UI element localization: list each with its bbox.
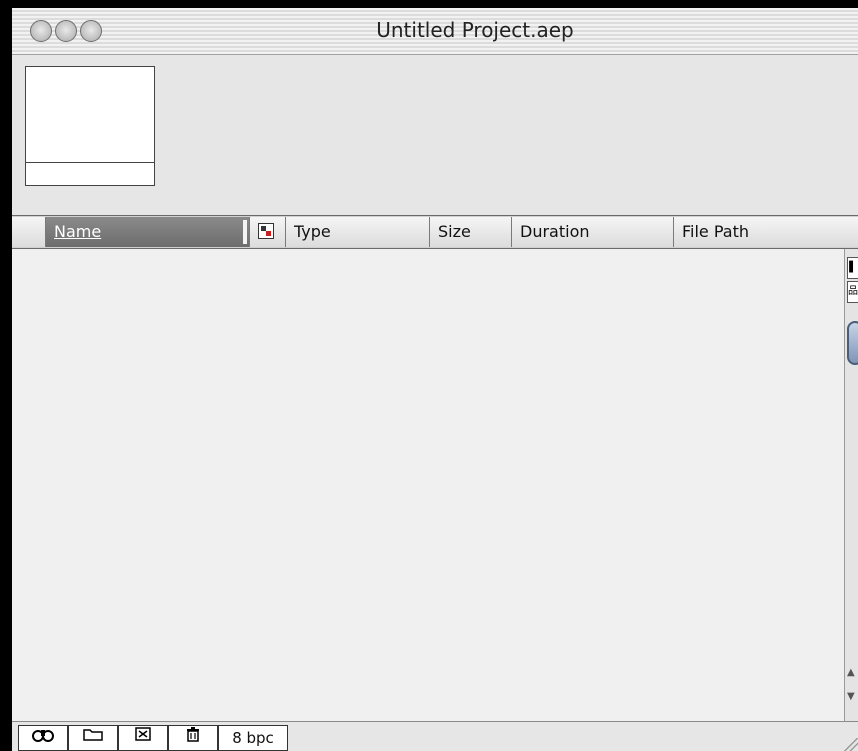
scroll-up-arrow-icon[interactable]: ▲	[847, 667, 855, 678]
window-title: Untitled Project.aep	[376, 18, 574, 42]
column-header-duration[interactable]: Duration	[512, 217, 674, 247]
scroll-down-arrow-icon[interactable]: ▼	[847, 691, 855, 702]
scrollbar-thumb[interactable]	[847, 321, 858, 365]
preview-thumbnail	[25, 66, 155, 186]
trash-icon	[184, 727, 202, 746]
column-header-size[interactable]: Size	[430, 217, 512, 247]
column-header-type-label: Type	[294, 222, 331, 241]
column-header-label[interactable]	[12, 217, 46, 247]
column-header-row: Name Type Size Duration File Path	[12, 215, 858, 249]
project-footer: 8 bpc	[12, 721, 858, 751]
folder-icon	[82, 729, 104, 746]
column-header-name[interactable]: Name	[46, 217, 250, 247]
composition-icon	[134, 727, 152, 746]
label-column-header[interactable]	[250, 217, 286, 247]
vertical-scrollbar[interactable]: ▌ 品 ▲ ▼	[844, 249, 858, 721]
column-header-type[interactable]: Type	[286, 217, 430, 247]
project-item-list[interactable]	[12, 249, 844, 721]
label-color-icon	[258, 223, 274, 239]
network-icon[interactable]: 品	[847, 281, 858, 303]
color-depth-button[interactable]: 8 bpc	[218, 725, 288, 751]
preview-info-strip	[26, 162, 154, 185]
binoculars-icon	[32, 730, 54, 746]
column-header-name-label: Name	[54, 222, 102, 241]
column-resize-handle[interactable]	[243, 220, 247, 244]
project-window: Untitled Project.aep Name Type Size Dura…	[12, 8, 858, 751]
new-folder-button[interactable]	[68, 725, 118, 751]
column-header-duration-label: Duration	[520, 222, 590, 241]
new-composition-button[interactable]	[118, 725, 168, 751]
column-header-file-path-label: File Path	[682, 222, 750, 241]
column-header-size-label: Size	[438, 222, 471, 241]
find-button[interactable]	[18, 725, 68, 751]
column-header-file-path[interactable]: File Path	[674, 217, 858, 247]
delete-button[interactable]	[168, 725, 218, 751]
color-depth-label: 8 bpc	[232, 729, 274, 747]
title-bar[interactable]: Untitled Project.aep	[12, 8, 858, 55]
flowchart-icon[interactable]: ▌	[847, 257, 858, 279]
resize-grip[interactable]	[844, 738, 858, 751]
